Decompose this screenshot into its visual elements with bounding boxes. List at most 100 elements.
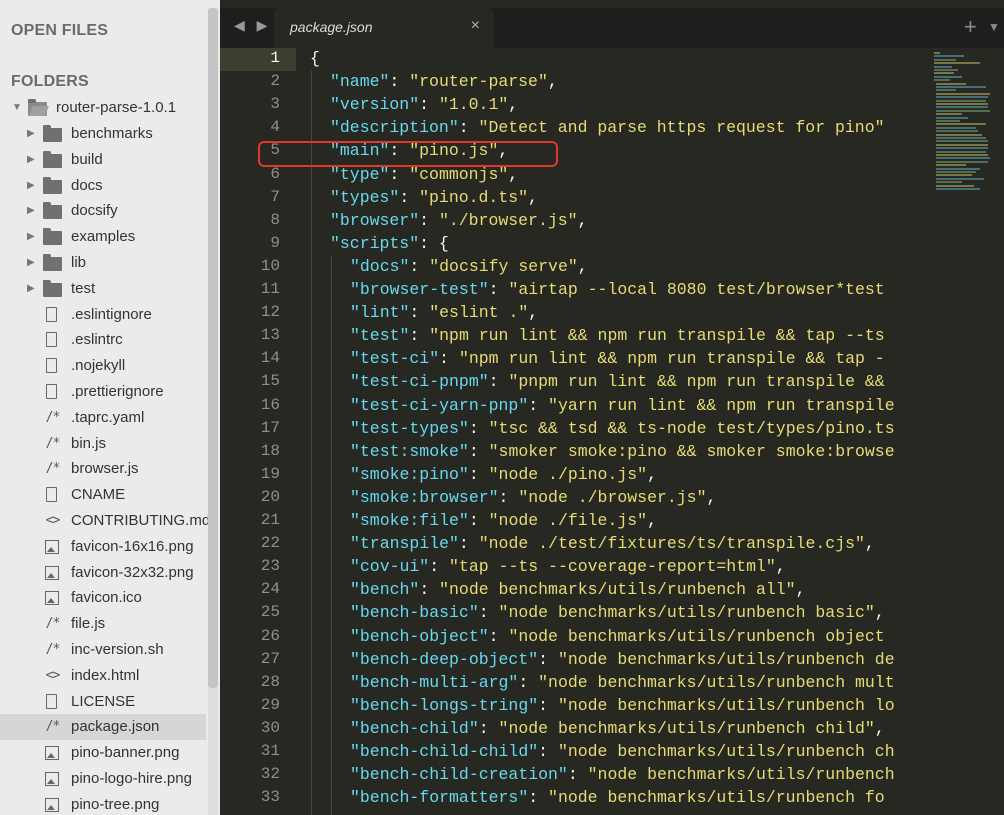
minimap-line [936, 157, 990, 160]
file-label: inc-version.sh [71, 641, 164, 658]
minimap-line [936, 86, 986, 88]
line-number: 30 [260, 718, 280, 737]
document-icon [46, 358, 57, 374]
code-line: "bench": "node benchmarks/utils/runbench… [350, 580, 806, 600]
file-item[interactable]: favicon-32x32.png [0, 560, 206, 586]
code-file-icon: /* [45, 461, 61, 477]
file-label: CONTRIBUTING.md [71, 512, 211, 529]
caret-right-icon[interactable]: ▶ [27, 198, 35, 224]
file-item[interactable]: .prettierignore [0, 379, 206, 405]
sidebar-scrollbar-thumb[interactable] [208, 8, 218, 688]
file-item[interactable]: /* inc-version.sh [0, 637, 206, 663]
file-item[interactable]: LICENSE [0, 689, 206, 715]
file-item[interactable]: <> index.html [0, 663, 206, 689]
caret-down-icon[interactable]: ▼ [12, 95, 22, 121]
file-item[interactable]: /* .taprc.yaml [0, 405, 206, 431]
file-label: pino-tree.png [71, 795, 160, 813]
folder-icon [43, 150, 62, 168]
code-line: "bench-basic": "node benchmarks/utils/ru… [350, 603, 885, 623]
code-line: "browser": "./browser.js", [330, 210, 588, 230]
caret-right-icon[interactable]: ▶ [27, 173, 35, 199]
minimap-line [936, 109, 990, 112]
file-item[interactable]: /* browser.js [0, 456, 206, 482]
code-line: "name": "router-parse", [330, 72, 558, 92]
folder-icon [43, 254, 62, 271]
line-number: 22 [260, 534, 280, 553]
caret-right-icon[interactable]: ▶ [27, 147, 35, 173]
folders-header: FOLDERS [11, 73, 89, 90]
file-item[interactable]: pino-logo-hire.png [0, 766, 206, 792]
minimap-line [936, 89, 956, 92]
caret-right-icon[interactable]: ▶ [27, 276, 35, 302]
tab-package-json[interactable]: package.json × [274, 8, 494, 48]
new-tab-plus-icon[interactable]: + [964, 14, 977, 40]
code-line: "type": "commonjs", [330, 164, 519, 184]
line-number: 14 [260, 349, 280, 368]
file-item[interactable]: pino-tree.png [0, 792, 206, 815]
line-number: 21 [260, 511, 280, 529]
folder-icon [43, 202, 62, 220]
minimap[interactable] [928, 48, 1004, 815]
folder-item[interactable]: ▶ lib [0, 250, 206, 276]
document-icon [46, 487, 57, 503]
code-line: "smoke:browser": "node ./browser.js", [350, 487, 717, 507]
folder-item[interactable]: ▶ benchmarks [0, 121, 206, 147]
file-label: pino-banner.png [71, 744, 180, 762]
file-item[interactable]: /* file.js [0, 611, 206, 637]
image-file-icon [45, 591, 59, 606]
file-item[interactable]: <> CONTRIBUTING.md [0, 508, 211, 534]
folder-item[interactable]: ▶ docsify [0, 198, 206, 224]
caret-right-icon[interactable]: ▶ [27, 121, 35, 147]
folder-icon [43, 228, 62, 246]
folder-item[interactable]: ▶ examples [0, 224, 206, 250]
code-line: "scripts": { [330, 233, 449, 253]
folder-item[interactable]: ▶ build [0, 147, 206, 173]
folder-item[interactable]: ▶ test [0, 276, 206, 302]
close-icon[interactable]: × [471, 17, 480, 35]
tab-dropdown-icon[interactable]: ▼ [988, 20, 1000, 34]
code-line: "test-types": "tsc && tsd && ts-node tes… [350, 418, 895, 438]
file-item[interactable]: .eslintignore [0, 302, 206, 328]
minimap-line [934, 52, 940, 54]
file-item[interactable]: pino-banner.png [0, 740, 206, 766]
minimap-line [936, 92, 990, 95]
document-icon [46, 306, 57, 322]
folder-root[interactable]: ▼ router-parse-1.0.1 [0, 95, 206, 121]
code-line: "test:smoke": "smoker smoke:pino && smok… [350, 441, 895, 461]
file-item[interactable]: favicon.ico [0, 585, 206, 611]
minimap-line [936, 164, 966, 167]
minimap-line [936, 150, 986, 153]
file-label: test [71, 279, 96, 297]
file-label: .eslintrc [71, 331, 123, 349]
minimap-line [936, 96, 988, 99]
file-item[interactable]: CNAME [0, 482, 206, 508]
file-label: pino-logo-hire.png [71, 770, 192, 787]
file-item[interactable]: .eslintrc [0, 327, 206, 353]
file-item[interactable]: /* package.json [0, 714, 206, 741]
caret-right-icon[interactable]: ▶ [27, 224, 35, 250]
folder-item[interactable]: ▶ docs [0, 173, 206, 199]
folder-icon [43, 176, 62, 194]
code-line: "test": "npm run lint && npm run transpi… [350, 326, 885, 346]
file-label: .taprc.yaml [71, 408, 145, 426]
line-number: 6 [270, 164, 280, 183]
file-item[interactable]: favicon-16x16.png [0, 534, 206, 560]
indent-guide [311, 71, 312, 815]
file-item[interactable]: /* bin.js [0, 431, 206, 457]
file-label: docs [71, 176, 103, 194]
sidebar: OPEN FILES FOLDERS ▼ router-parse-1.0.1 … [0, 0, 220, 815]
file-item[interactable]: .nojekyll [0, 353, 206, 379]
file-label: .eslintignore [71, 305, 152, 323]
open-files-header: OPEN FILES [11, 22, 109, 39]
line-number: 9 [270, 233, 280, 252]
file-label: file.js [71, 615, 106, 633]
tab-nav-arrows-icon[interactable]: ◀ ▶ [234, 17, 271, 34]
minimap-line [936, 120, 960, 122]
minimap-line [936, 174, 972, 177]
line-number: 17 [260, 418, 280, 437]
minimap-line [936, 171, 976, 173]
minimap-line [936, 188, 980, 190]
minimap-line [934, 79, 950, 82]
caret-right-icon[interactable]: ▶ [27, 250, 35, 276]
line-number: 26 [260, 626, 280, 645]
